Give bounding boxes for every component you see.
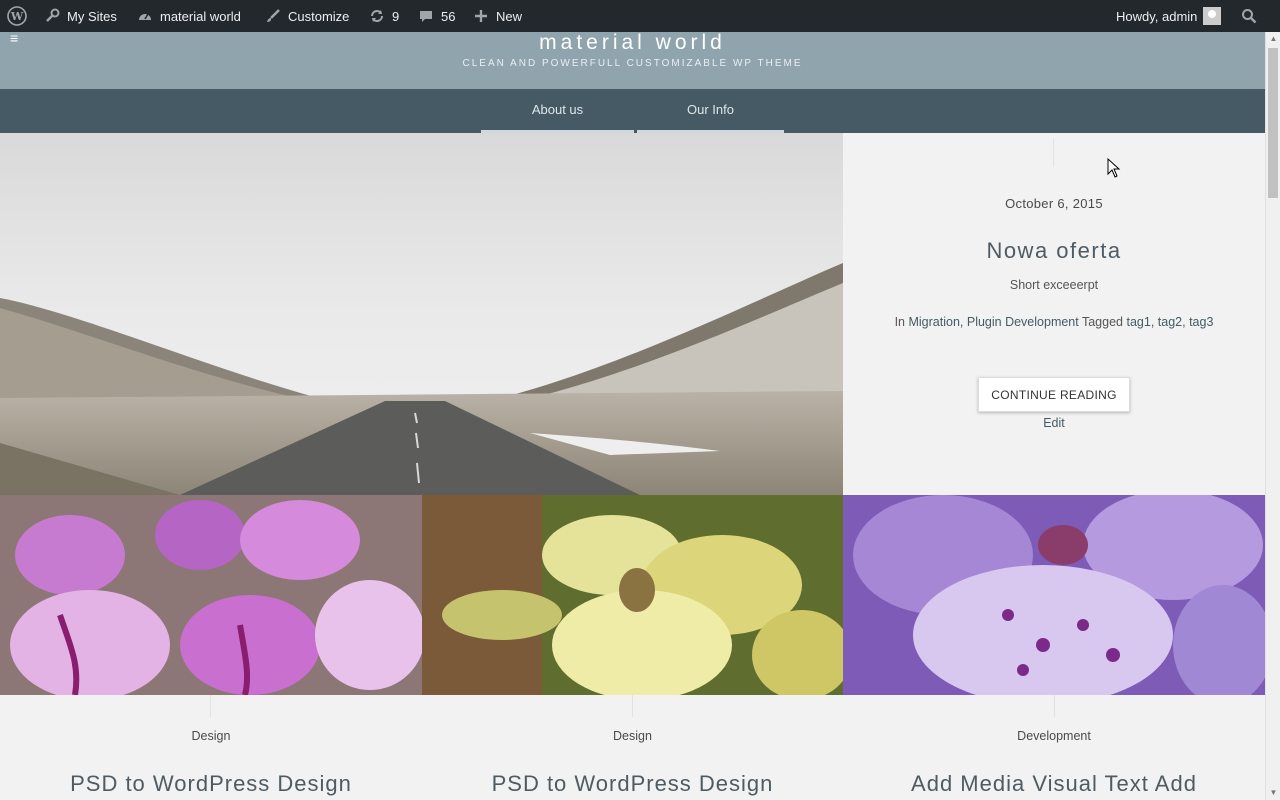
site-header: ≡ material world CLEAN AND POWERFULL CUS…	[0, 31, 1265, 89]
post-excerpt: Short exceeerpt	[1009, 278, 1099, 292]
nav-item-our-info[interactable]: Our Info	[637, 89, 784, 133]
customize-label: Customize	[288, 8, 350, 24]
dashboard-icon	[136, 7, 154, 25]
vertical-scrollbar[interactable]: ▲ ▼	[1265, 32, 1280, 800]
decorative-line	[1054, 695, 1055, 717]
nav-item-about-us[interactable]: About us	[481, 89, 634, 133]
scroll-down-arrow-icon[interactable]: ▼	[1266, 786, 1280, 800]
avatar	[1203, 7, 1222, 25]
post-date[interactable]: October 6, 2015	[843, 196, 1265, 211]
paintbrush-icon	[264, 7, 282, 25]
comment-icon	[417, 7, 435, 25]
site-title[interactable]: material world	[0, 32, 1265, 54]
comments-count: 56	[441, 8, 456, 24]
updates-count: 9	[392, 8, 400, 24]
site-tagline: CLEAN AND POWERFULL CUSTOMIZABLE WP THEM…	[462, 58, 803, 69]
plus-icon	[472, 7, 490, 25]
post-card: Design PSD to WordPress Design	[0, 695, 422, 800]
mouse-pointer-icon	[1107, 157, 1121, 178]
new-content-menu[interactable]: New	[472, 0, 522, 32]
svg-text:W: W	[10, 10, 24, 23]
account-menu[interactable]: Howdy, admin	[1116, 0, 1222, 32]
post-title[interactable]: PSD to WordPress Design	[422, 771, 843, 797]
post-card: Design PSD to WordPress Design	[422, 695, 843, 800]
post-card: Development Add Media Visual Text Add	[843, 695, 1265, 800]
updates-menu[interactable]: 9	[368, 0, 399, 32]
edit-link[interactable]: Edit	[843, 416, 1265, 430]
post-category[interactable]: Design	[422, 729, 843, 743]
post-category[interactable]: Design	[0, 729, 422, 743]
main-navigation: About us Our Info	[0, 89, 1265, 133]
customize-menu[interactable]: Customize	[264, 0, 349, 32]
post-meta: In Migration, Plugin Development Tagged …	[894, 315, 1214, 329]
my-sites-label: My Sites	[67, 8, 117, 24]
my-sites-menu[interactable]: My Sites	[43, 0, 117, 32]
category-link-migration[interactable]: Migration	[908, 315, 959, 329]
category-link-plugin-development[interactable]: Plugin Development	[967, 315, 1079, 329]
wrench-icon	[43, 7, 61, 25]
decorative-line	[1053, 139, 1054, 167]
tag-link-tag2[interactable]: tag2	[1158, 315, 1182, 329]
updates-icon	[368, 7, 386, 25]
featured-post-image[interactable]	[0, 133, 843, 495]
scroll-up-arrow-icon[interactable]: ▲	[1266, 32, 1280, 46]
scrollbar-thumb[interactable]	[1268, 48, 1278, 198]
comments-menu[interactable]: 56	[417, 0, 455, 32]
new-label: New	[496, 8, 523, 24]
tag-link-tag3[interactable]: tag3	[1189, 315, 1213, 329]
search-icon[interactable]	[1241, 0, 1257, 32]
post-card-image[interactable]	[843, 495, 1265, 695]
decorative-line	[632, 695, 633, 717]
admin-bar: W My Sites material world Customize 9 56	[0, 0, 1280, 32]
tag-link-tag1[interactable]: tag1	[1126, 315, 1150, 329]
site-name-menu[interactable]: material world	[136, 0, 241, 32]
site-name-label: material world	[160, 8, 241, 24]
tagged-label: Tagged	[1081, 315, 1123, 329]
post-title[interactable]: Add Media Visual Text Add	[843, 771, 1265, 797]
continue-reading-button[interactable]: CONTINUE READING	[978, 377, 1130, 412]
post-card-image[interactable]	[422, 495, 843, 695]
in-label: In	[894, 315, 905, 329]
post-card-image[interactable]	[0, 495, 422, 695]
post-title[interactable]: Nowa oferta	[843, 238, 1265, 264]
post-title[interactable]: PSD to WordPress Design	[0, 771, 422, 797]
decorative-line	[210, 695, 211, 717]
wordpress-logo-icon[interactable]: W	[7, 0, 27, 32]
greeting-label: Howdy, admin	[1116, 8, 1198, 24]
featured-post-panel: October 6, 2015 Nowa oferta Short exceee…	[843, 133, 1265, 495]
post-category[interactable]: Development	[843, 729, 1265, 743]
